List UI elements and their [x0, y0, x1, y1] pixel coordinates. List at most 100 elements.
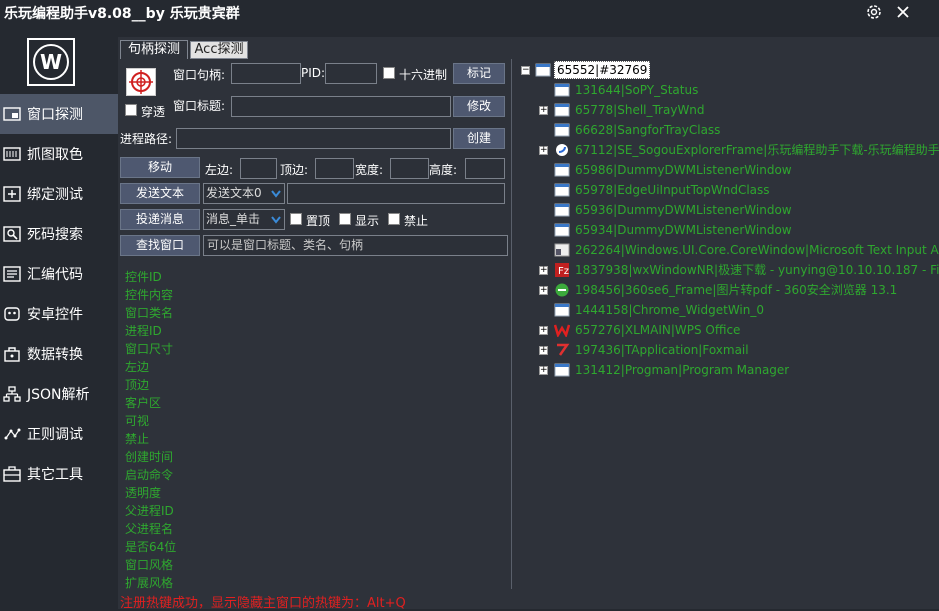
sidebar-item-label: 抓图取色 [27, 147, 83, 163]
tree-node[interactable]: 262264|Windows.UI.Core.CoreWindow|Micros… [575, 240, 939, 260]
window-title-label: 窗口标题: [173, 99, 226, 113]
close-icon[interactable] [893, 2, 913, 22]
sidebar-item-other-tools[interactable]: 其它工具 [0, 454, 118, 494]
move-button[interactable]: 移动 [120, 157, 200, 178]
info-field-label: 是否64位 [125, 540, 177, 554]
target-crosshair-icon[interactable] [126, 68, 156, 96]
hex-checkbox[interactable] [383, 67, 395, 79]
show-checkbox[interactable] [339, 213, 351, 225]
tools-icon [2, 465, 22, 483]
disable-label: 禁止 [404, 214, 429, 228]
info-field-label: 父进程名 [125, 522, 174, 536]
tree-expand-toggle[interactable]: + [539, 146, 548, 155]
find-window-button[interactable]: 查找窗口 [120, 235, 200, 256]
title-bar: 乐玩编程助手v8.08__by 乐玩贵宾群 [0, 0, 939, 26]
send-text-button[interactable]: 发送文本 [120, 183, 200, 204]
window-icon [554, 183, 570, 197]
top-input[interactable] [315, 158, 354, 179]
sidebar-item-asm-code[interactable]: 汇编代码 [0, 254, 118, 294]
sidebar-item-json-parse[interactable]: JSON解析 [0, 374, 118, 414]
post-message-button[interactable]: 投递消息 [120, 209, 200, 230]
pass-through-checkbox[interactable] [125, 104, 137, 116]
hex-label: 十六进制 [399, 68, 448, 82]
tree-expand-toggle[interactable]: + [539, 106, 548, 115]
disable-checkbox[interactable] [388, 213, 400, 225]
tree-node[interactable]: 65978|EdgeUiInputTopWndClass [575, 180, 770, 200]
topmost-checkbox[interactable] [290, 213, 302, 225]
info-field-label: 父进程ID [125, 504, 174, 518]
sidebar-item-deadcode-search[interactable]: 死码搜索 [0, 214, 118, 254]
tree-node[interactable]: 65936|DummyDWMListenerWindow [575, 200, 792, 220]
send-text-select[interactable]: 发送文本0 [203, 183, 285, 204]
info-field-label: 透明度 [125, 486, 162, 500]
info-field-label: 扩展风格 [125, 576, 174, 590]
tree-node[interactable]: 67112|SE_SogouExplorerFrame|乐玩编程助手下载-乐玩编… [575, 140, 939, 160]
mark-button[interactable]: 标记 [453, 63, 505, 84]
json-icon [2, 385, 22, 403]
top-label: 顶边: [280, 163, 309, 177]
height-label: 高度: [429, 163, 458, 177]
info-field-label: 窗口尺寸 [125, 342, 174, 356]
tree-node[interactable]: 65986|DummyDWMListenerWindow [575, 160, 792, 180]
tree-node[interactable]: 66628|SangforTrayClass [575, 120, 720, 140]
tree-node[interactable]: 131412|Progman|Program Manager [575, 360, 789, 380]
topmost-label: 置顶 [306, 214, 331, 228]
tree-expand-toggle[interactable]: + [539, 326, 548, 335]
tree-node[interactable]: 131644|SoPY_Status [575, 80, 698, 100]
pid-input[interactable] [325, 63, 377, 84]
tree-expand-toggle[interactable]: + [539, 266, 548, 275]
pass-through-label: 穿透 [141, 105, 166, 119]
handle-label: 窗口句柄: [173, 68, 226, 82]
tree-node[interactable]: 197436|TApplication|Foxmail [575, 340, 749, 360]
foxmail-icon [554, 343, 570, 357]
bind-icon [2, 185, 22, 203]
sidebar-item-regex-debug[interactable]: 正则调试 [0, 414, 118, 454]
sidebar-item-data-convert[interactable]: 数据转换 [0, 334, 118, 374]
info-field-label: 禁止 [125, 432, 150, 446]
tree-expand-toggle[interactable]: + [539, 286, 548, 295]
info-field-label: 窗口风格 [125, 558, 174, 572]
sidebar-item-label: 数据转换 [27, 347, 83, 363]
tree-node[interactable]: 1837938|wxWindowNR|极速下载 - yunying@10.10.… [575, 260, 939, 280]
360-browser-icon [554, 283, 570, 297]
left-label: 左边: [205, 163, 234, 177]
sidebar-item-label: 汇编代码 [27, 267, 83, 283]
handle-input[interactable] [231, 63, 301, 84]
window-icon [554, 203, 570, 217]
info-field-label: 控件ID [125, 270, 162, 284]
window-icon [554, 103, 570, 117]
tree-expand-toggle[interactable]: + [539, 346, 548, 355]
tab-acc-detect[interactable]: Acc探测 [190, 41, 248, 59]
sidebar-item-bind-test[interactable]: 绑定测试 [0, 174, 118, 214]
sidebar-item-screenshot[interactable]: 抓图取色 [0, 134, 118, 174]
tree-collapse-toggle[interactable]: − [521, 66, 530, 75]
send-text-select-value: 发送文本0 [206, 186, 262, 200]
width-input[interactable] [390, 158, 429, 179]
message-select[interactable]: 消息_单击 [203, 209, 285, 230]
tree-root-node[interactable]: 65552|#32769 [554, 61, 651, 79]
tree-expand-toggle[interactable]: + [539, 366, 548, 375]
sidebar-item-label: 窗口探测 [27, 107, 83, 123]
sidebar-item-label: 死码搜索 [27, 227, 83, 243]
create-button[interactable]: 创建 [453, 128, 505, 149]
svg-text:Fz: Fz [558, 266, 569, 277]
height-input[interactable] [465, 158, 505, 179]
tree-node[interactable]: 198456|360se6_Frame|图片转pdf - 360安全浏览器 13… [575, 280, 897, 300]
process-path-label: 进程路径: [120, 132, 173, 146]
modify-button[interactable]: 修改 [453, 96, 505, 117]
sidebar-item-window-detect[interactable]: 窗口探测 [0, 94, 118, 134]
settings-gear-icon[interactable] [864, 2, 884, 22]
left-input[interactable] [240, 158, 277, 179]
send-text-input[interactable] [287, 183, 505, 204]
tree-node[interactable]: 65778|Shell_TrayWnd [575, 100, 705, 120]
window-title-input[interactable] [231, 96, 451, 117]
info-field-label: 顶边 [125, 378, 150, 392]
sidebar-item-android-controls[interactable]: 安卓控件 [0, 294, 118, 334]
process-path-input[interactable] [176, 128, 451, 149]
tree-node[interactable]: 1444158|Chrome_WidgetWin_0 [575, 300, 764, 320]
find-window-input[interactable]: 可以是窗口标题、类名、句柄 [203, 235, 508, 256]
tree-node[interactable]: 657276|XLMAIN|WPS Office [575, 320, 740, 340]
tab-handle-detect[interactable]: 句柄探测 [120, 40, 188, 60]
width-label: 宽度: [355, 163, 384, 177]
tree-node[interactable]: 65934|DummyDWMListenerWindow [575, 220, 792, 240]
